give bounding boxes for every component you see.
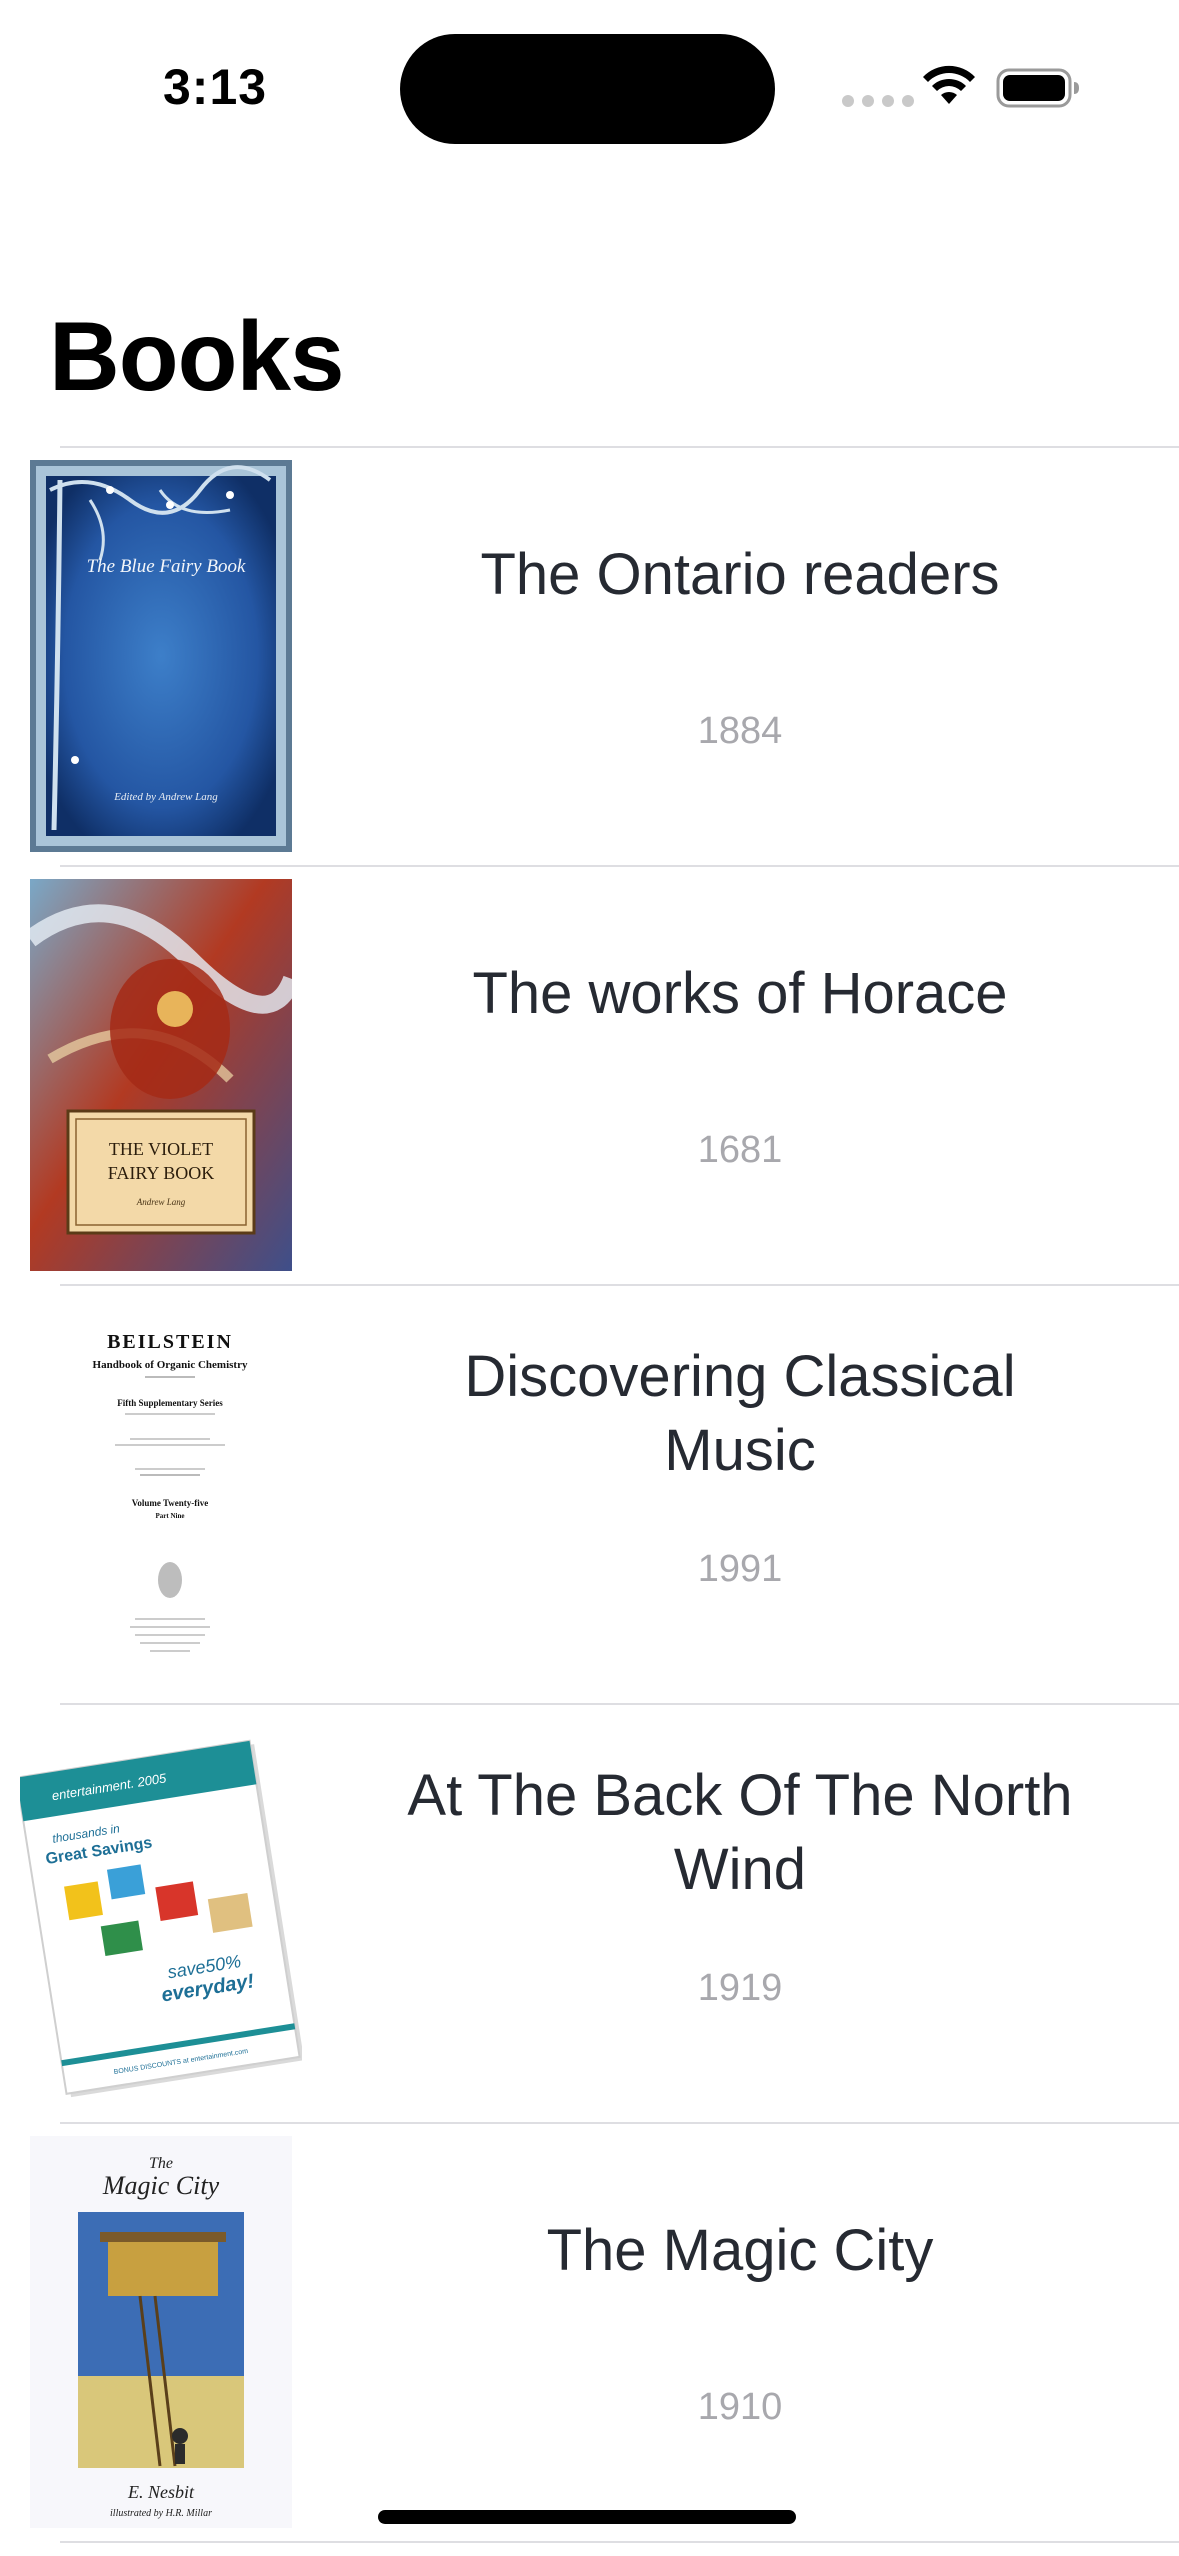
list-item[interactable]: THE VIOLET FAIRY BOOK Andrew Lang The wo… <box>0 867 1179 1284</box>
cover-illustrator: illustrated by H.R. Millar <box>110 2508 212 2519</box>
cover-author: E. Nesbit <box>127 2482 195 2502</box>
cover-subtitle: Handbook of Organic Chemistry <box>93 1359 248 1371</box>
cover-part: Part Nine <box>156 1512 185 1520</box>
book-text: The works of Horace 1681 <box>400 867 1080 1284</box>
status-time: 3:13 <box>163 59 268 115</box>
cover-subtitle: Andrew Lang <box>136 1197 186 1207</box>
book-title: The Ontario readers <box>480 542 1000 607</box>
book-cover: The Blue Fairy Book Edited by Andrew Lan… <box>30 460 292 852</box>
list-item[interactable]: The Magic City E. Nesbit illustrated by … <box>0 2124 1179 2541</box>
dynamic-island <box>400 34 775 144</box>
status-bar: 3:13 <box>0 0 1179 160</box>
home-indicator[interactable] <box>378 2510 796 2524</box>
book-title: The Magic City <box>546 2218 934 2283</box>
book-year: 1919 <box>697 1967 783 2009</box>
cover-title: THE VIOLET <box>109 1139 213 1159</box>
book-year: 1910 <box>697 2386 783 2428</box>
book-year: 1884 <box>697 710 783 752</box>
book-cover: BEILSTEIN Handbook of Organic Chemistry … <box>30 1298 292 1690</box>
cover-title: The Blue Fairy Book <box>87 556 246 577</box>
cover-the: The <box>149 2155 173 2172</box>
book-text: The Ontario readers 1884 <box>400 448 1080 865</box>
cover-subtitle: Edited by Andrew Lang <box>113 791 218 803</box>
cover-series: Fifth Supplementary Series <box>117 1398 223 1408</box>
cover-title: BEILSTEIN <box>107 1331 233 1353</box>
list-item[interactable]: entertainment. 2005 thousands in Great S… <box>0 1705 1179 2122</box>
divider <box>60 2541 1179 2543</box>
wifi-icon <box>923 65 975 104</box>
book-cover: The Magic City E. Nesbit illustrated by … <box>30 2136 292 2528</box>
book-cover: THE VIOLET FAIRY BOOK Andrew Lang <box>30 879 292 1271</box>
book-title: The works of Horace <box>472 961 1008 1026</box>
book-title: At The Back Of The North Wind <box>407 1763 1073 1902</box>
book-cover: entertainment. 2005 thousands in Great S… <box>20 1717 302 2109</box>
book-text: Discovering Classical Music 1991 <box>400 1286 1080 1703</box>
book-text: At The Back Of The North Wind 1919 <box>400 1705 1080 2122</box>
book-year: 1991 <box>697 1548 783 1590</box>
book-year: 1681 <box>697 1129 783 1171</box>
cover-volume: Volume Twenty-five <box>132 1498 209 1508</box>
list-item[interactable]: The Blue Fairy Book Edited by Andrew Lan… <box>0 448 1179 865</box>
list-item[interactable]: BEILSTEIN Handbook of Organic Chemistry … <box>0 1286 1179 1703</box>
cover-title: Magic City <box>102 2171 220 2200</box>
cover-title-line-2: FAIRY BOOK <box>108 1163 215 1183</box>
book-title: Discovering Classical Music <box>464 1344 1016 1483</box>
book-text: The Magic City 1910 <box>400 2124 1080 2541</box>
book-list[interactable]: The Blue Fairy Book Edited by Andrew Lan… <box>0 446 1179 2543</box>
battery-icon <box>996 68 1079 108</box>
page-title: Books <box>49 301 345 411</box>
cellular-signal-icon <box>842 95 914 107</box>
